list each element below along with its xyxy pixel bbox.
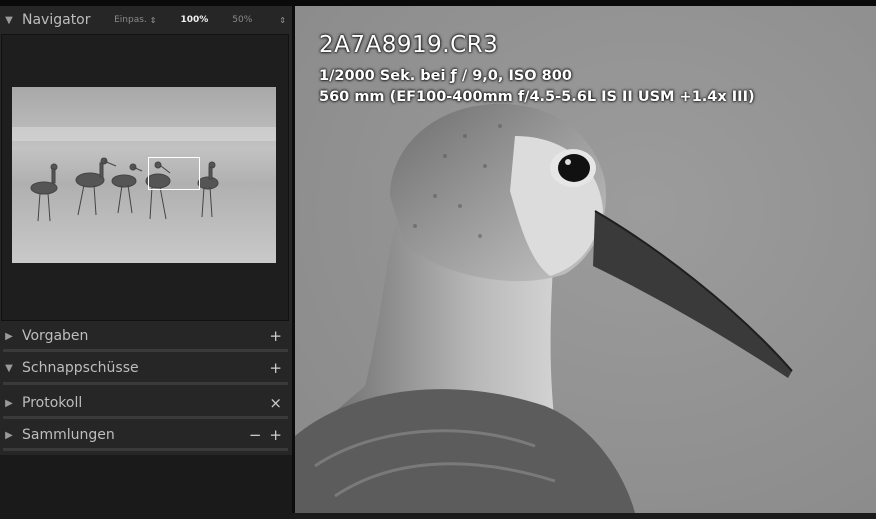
- left-panel-empty-area: [0, 455, 292, 519]
- triangle-right-icon[interactable]: ▶: [0, 421, 18, 449]
- panel-divider: [3, 382, 288, 385]
- photo-info-overlay: 2A7A8919.CR3 1/2000 Sek. bei ƒ / 9,0, IS…: [319, 32, 755, 110]
- navigator-thumbnail[interactable]: [12, 87, 276, 263]
- panel-label-sammlungen: Sammlungen: [22, 427, 115, 443]
- panel-label-vorgaben: Vorgaben: [22, 328, 89, 344]
- updown-arrows-icon[interactable]: ⇕: [279, 16, 286, 24]
- triangle-down-icon[interactable]: ▼: [0, 6, 18, 34]
- zoom-options: Einpas. ⇕ 100% 50% ⇕: [114, 6, 286, 34]
- panel-label-schnappschuesse: Schnappschüsse: [22, 360, 139, 376]
- zoom-100-option[interactable]: 100%: [180, 15, 208, 25]
- navigator-preview-box: [1, 34, 289, 321]
- photo-exposure: 1/2000 Sek. bei ƒ / 9,0, ISO 800: [319, 68, 572, 84]
- main-photo-view[interactable]: 2A7A8919.CR3 1/2000 Sek. bei ƒ / 9,0, IS…: [295, 6, 876, 513]
- updown-arrows-icon: ⇕: [149, 15, 157, 25]
- triangle-right-icon[interactable]: ▶: [0, 322, 18, 350]
- panel-divider: [3, 448, 288, 451]
- panel-schnappschuesse[interactable]: ▼ Schnappschüsse +: [0, 353, 292, 383]
- triangle-right-icon[interactable]: ▶: [0, 389, 18, 417]
- minus-icon[interactable]: −: [249, 426, 262, 444]
- triangle-down-icon[interactable]: ▼: [0, 354, 18, 382]
- panel-divider: [3, 416, 288, 419]
- panel-protokoll[interactable]: ▶ Protokoll ×: [0, 388, 292, 418]
- zoom-50-option[interactable]: 50%: [232, 15, 252, 25]
- panel-label-protokoll: Protokoll: [22, 395, 83, 411]
- close-icon[interactable]: ×: [269, 394, 282, 412]
- photo-filename: 2A7A8919.CR3: [319, 32, 499, 58]
- plus-icon[interactable]: +: [269, 426, 282, 444]
- navigator-title: Navigator: [22, 12, 91, 28]
- left-panel: ▼ Navigator Einpas. ⇕ 100% 50% ⇕ ▶ Vorga…: [0, 6, 292, 519]
- plus-icon[interactable]: +: [269, 359, 282, 377]
- navigator-viewport-rectangle[interactable]: [148, 157, 200, 190]
- panel-divider: [3, 349, 288, 352]
- plus-icon[interactable]: +: [269, 327, 282, 345]
- panel-sammlungen[interactable]: ▶ Sammlungen − +: [0, 420, 292, 450]
- zoom-fit-option[interactable]: Einpas. ⇕: [114, 15, 156, 25]
- photo-lens: 560 mm (EF100-400mm f/4.5-5.6L IS II USM…: [319, 89, 755, 105]
- navigator-header[interactable]: ▼ Navigator Einpas. ⇕ 100% 50% ⇕: [0, 6, 292, 34]
- panel-vorgaben[interactable]: ▶ Vorgaben +: [0, 321, 292, 351]
